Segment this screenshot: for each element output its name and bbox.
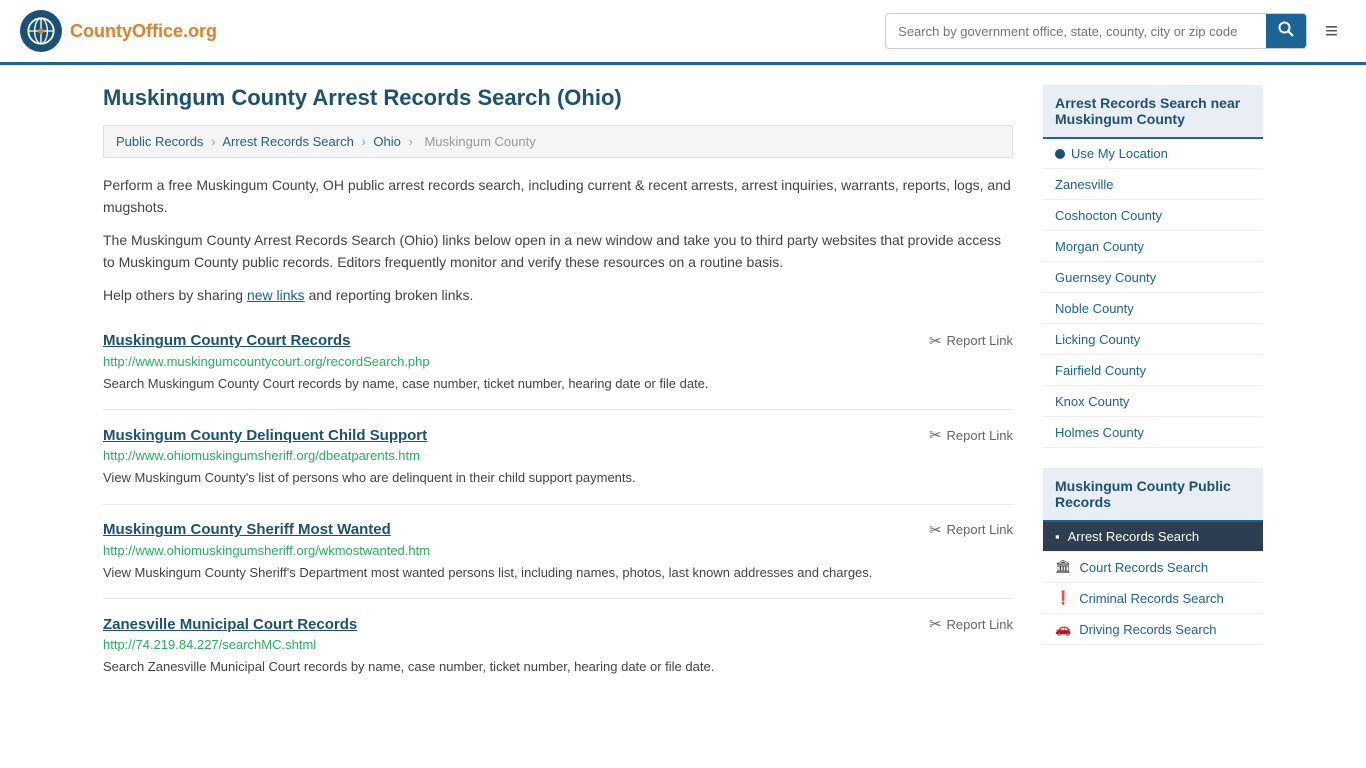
record-url: http://74.219.84.227/searchMC.shtml [103,637,1013,652]
record-url: http://www.ohiomuskingumsheriff.org/wkmo… [103,543,1013,558]
list-item[interactable]: ❗ Criminal Records Search [1043,583,1263,614]
record-item: Zanesville Municipal Court Records ✂ Rep… [103,599,1013,693]
list-item[interactable]: Coshocton County [1043,200,1263,231]
list-item[interactable]: Fairfield County [1043,355,1263,386]
arrest-icon: ▪ [1055,529,1060,544]
record-url: http://www.muskingumcountycourt.org/reco… [103,354,1013,369]
report-link[interactable]: ✂ Report Link [929,615,1013,633]
list-item[interactable]: 🚗 Driving Records Search [1043,614,1263,645]
list-item[interactable]: Knox County [1043,386,1263,417]
list-item[interactable]: Use My Location [1043,139,1263,169]
record-title[interactable]: Muskingum County Court Records [103,332,351,349]
sidebar-nearby-list: Use My Location Zanesville Coshocton Cou… [1043,139,1263,448]
record-url: http://www.ohiomuskingumsheriff.org/dbea… [103,448,1013,463]
sidebar-public-heading: Muskingum County Public Records [1043,468,1263,522]
sidebar-item-court-records[interactable]: Court Records Search [1080,560,1209,575]
report-link[interactable]: ✂ Report Link [929,426,1013,444]
record-desc: View Muskingum County's list of persons … [103,468,1013,488]
list-item[interactable]: ▪ Arrest Records Search [1043,522,1263,552]
search-bar [885,13,1307,49]
breadcrumb-arrest-records-search[interactable]: Arrest Records Search [222,134,354,149]
driving-icon: 🚗 [1055,621,1071,637]
sidebar-item-zanesville[interactable]: Zanesville [1055,177,1114,192]
report-link[interactable]: ✂ Report Link [929,521,1013,539]
main-container: Muskingum County Arrest Records Search (… [83,65,1283,713]
list-item[interactable]: Licking County [1043,324,1263,355]
record-desc: View Muskingum County Sheriff's Departme… [103,563,1013,583]
sidebar-item-arrest-records[interactable]: Arrest Records Search [1068,529,1200,544]
content-area: Muskingum County Arrest Records Search (… [103,85,1013,693]
record-header: Zanesville Municipal Court Records ✂ Rep… [103,615,1013,633]
search-input[interactable] [886,17,1266,46]
record-item: Muskingum County Sheriff Most Wanted ✂ R… [103,505,1013,600]
search-button[interactable] [1266,14,1306,48]
report-link[interactable]: ✂ Report Link [929,332,1013,350]
breadcrumb: Public Records › Arrest Records Search ›… [103,125,1013,158]
report-icon: ✂ [929,426,942,444]
description-paragraph-2: The Muskingum County Arrest Records Sear… [103,229,1013,274]
record-item: Muskingum County Delinquent Child Suppor… [103,410,1013,505]
sidebar-item-holmes-county[interactable]: Holmes County [1055,425,1144,440]
sidebar-item-guernsey-county[interactable]: Guernsey County [1055,270,1156,285]
record-header: Muskingum County Court Records ✂ Report … [103,332,1013,350]
record-title[interactable]: Zanesville Municipal Court Records [103,616,357,633]
record-item: Muskingum County Court Records ✂ Report … [103,316,1013,411]
sidebar-item-coshocton-county[interactable]: Coshocton County [1055,208,1162,223]
sidebar-nearby-heading: Arrest Records Search near Muskingum Cou… [1043,85,1263,139]
list-item[interactable]: Guernsey County [1043,262,1263,293]
record-header: Muskingum County Sheriff Most Wanted ✂ R… [103,521,1013,539]
list-item[interactable]: Zanesville [1043,169,1263,200]
sidebar: Arrest Records Search near Muskingum Cou… [1043,85,1263,693]
logo-name: CountyOffice [70,21,183,41]
sidebar-public-section: Muskingum County Public Records ▪ Arrest… [1043,468,1263,645]
record-title[interactable]: Muskingum County Delinquent Child Suppor… [103,427,427,444]
list-item[interactable]: Holmes County [1043,417,1263,448]
logo-icon [20,10,62,52]
sidebar-item-criminal-records[interactable]: Criminal Records Search [1079,591,1224,606]
sidebar-item-fairfield-county[interactable]: Fairfield County [1055,363,1146,378]
description-paragraph-3: Help others by sharing new links and rep… [103,284,1013,306]
sidebar-item-morgan-county[interactable]: Morgan County [1055,239,1144,254]
report-icon: ✂ [929,521,942,539]
new-links-link[interactable]: new links [247,287,305,303]
sidebar-item-knox-county[interactable]: Knox County [1055,394,1129,409]
description-paragraph-1: Perform a free Muskingum County, OH publ… [103,174,1013,219]
record-desc: Search Muskingum County Court records by… [103,374,1013,394]
sidebar-nearby-section: Arrest Records Search near Muskingum Cou… [1043,85,1263,448]
record-desc: Search Zanesville Municipal Court record… [103,657,1013,677]
record-header: Muskingum County Delinquent Child Suppor… [103,426,1013,444]
report-icon: ✂ [929,615,942,633]
record-title[interactable]: Muskingum County Sheriff Most Wanted [103,521,391,538]
list-item[interactable]: 🏛 Court Records Search [1043,552,1263,583]
page-title: Muskingum County Arrest Records Search (… [103,85,1013,111]
records-list: Muskingum County Court Records ✂ Report … [103,316,1013,693]
logo-text: CountyOffice.org [70,21,217,42]
list-item[interactable]: Noble County [1043,293,1263,324]
breadcrumb-ohio[interactable]: Ohio [373,134,400,149]
sidebar-item-use-my-location[interactable]: Use My Location [1071,146,1168,161]
list-item[interactable]: Morgan County [1043,231,1263,262]
court-icon: 🏛 [1055,559,1072,575]
logo-area: CountyOffice.org [20,10,217,52]
report-icon: ✂ [929,332,942,350]
logo-org: .org [183,21,217,41]
breadcrumb-muskingum-county: Muskingum County [424,134,535,149]
location-dot-icon [1055,149,1065,159]
sidebar-public-list: ▪ Arrest Records Search 🏛 Court Records … [1043,522,1263,645]
breadcrumb-public-records[interactable]: Public Records [116,134,203,149]
menu-button[interactable]: ≡ [1317,14,1346,48]
criminal-icon: ❗ [1055,590,1071,606]
sidebar-item-driving-records[interactable]: Driving Records Search [1079,622,1216,637]
sidebar-item-noble-county[interactable]: Noble County [1055,301,1134,316]
sidebar-item-licking-county[interactable]: Licking County [1055,332,1140,347]
header-right: ≡ [885,13,1346,49]
header: CountyOffice.org ≡ [0,0,1366,65]
